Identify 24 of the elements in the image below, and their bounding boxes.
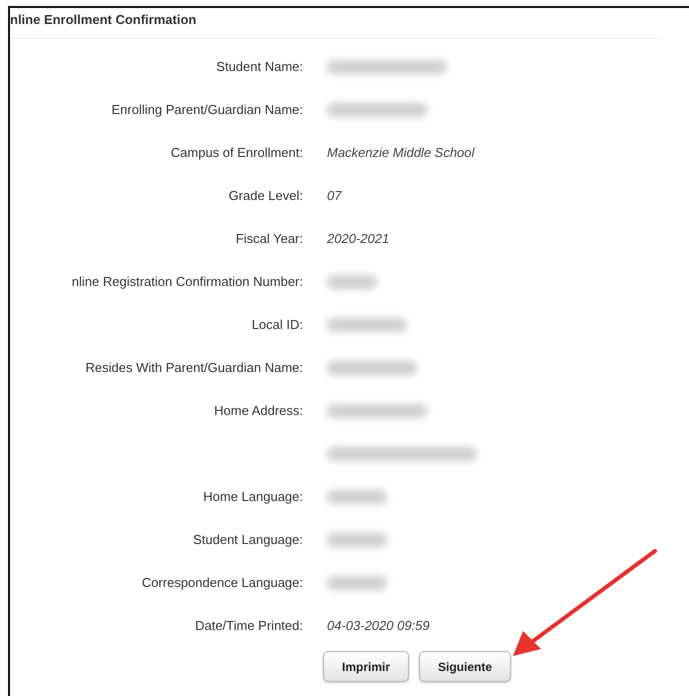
print-button[interactable]: Imprimir — [323, 651, 410, 682]
redacted-value — [327, 576, 387, 590]
field-label: Fiscal Year: — [234, 230, 303, 248]
field-label: nline Registration Confirmation Number: — [70, 273, 303, 291]
field-value: Mackenzie Middle School — [327, 145, 474, 160]
page-title: nline Enrollment Confirmation — [10, 8, 659, 39]
field-label: Campus of Enrollment: — [170, 144, 303, 162]
field-label: Correspondence Language: — [140, 574, 303, 592]
next-button[interactable]: Siguiente — [419, 651, 512, 682]
redacted-value — [327, 490, 387, 504]
field-label: Resides With Parent/Guardian Name: — [84, 359, 303, 377]
field-label: Grade Level: — [228, 187, 303, 205]
redacted-value — [327, 532, 387, 546]
field-label: Home Language: — [202, 488, 303, 506]
field-label: Date/Time Printed: — [194, 617, 303, 635]
field-label: Local ID: — [250, 316, 303, 334]
field-value: 07 — [327, 188, 342, 203]
field-value: 2020-2021 — [327, 231, 390, 246]
field-label: Student Name: — [215, 58, 303, 76]
field-label: Student Language: — [192, 531, 303, 549]
field-label: Home Address: — [213, 402, 303, 420]
field-label: Enrolling Parent/Guardian Name: — [110, 101, 303, 119]
field-value: 04-03-2020 09:59 — [327, 618, 430, 633]
redacted-value — [327, 274, 377, 288]
